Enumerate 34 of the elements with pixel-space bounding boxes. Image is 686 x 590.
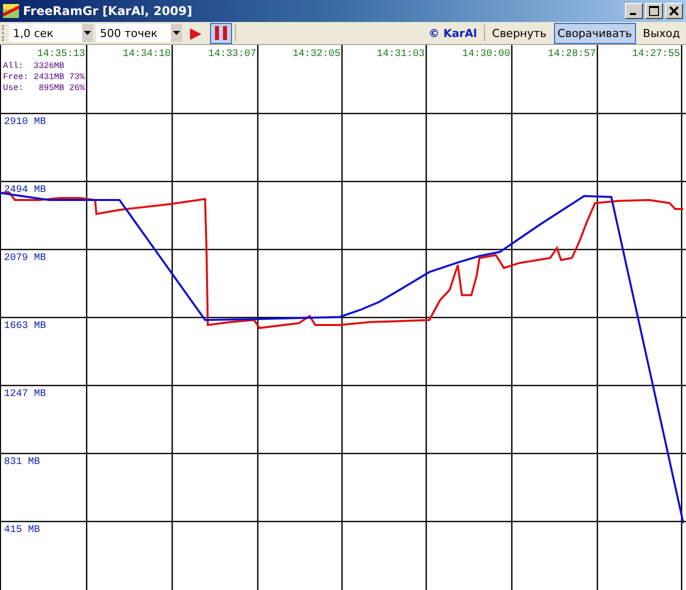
toolbar-button[interactable]: Сворачивать — [554, 22, 636, 44]
close-icon[interactable] — [665, 3, 683, 19]
memory-axis-label: 2079 MB — [4, 253, 46, 264]
maximize-icon[interactable] — [645, 3, 663, 19]
time-label: 14:33:07 — [208, 49, 256, 60]
memory-axis-label: 2494 MB — [4, 185, 46, 196]
time-label: 14:32:05 — [292, 49, 341, 60]
time-label: 14:34:10 — [122, 49, 171, 60]
memory-axis-label: 415 MB — [4, 525, 40, 536]
toolbar-button[interactable]: Свернуть — [488, 22, 551, 44]
pause-icon — [214, 26, 228, 40]
memory-info: Free: 2431MB 73% — [3, 72, 85, 82]
window-title: FreeRamGr [KarAl, 2009] — [23, 4, 192, 18]
time-label: 14:35:13 — [37, 49, 86, 60]
minimize-icon[interactable] — [625, 3, 643, 19]
caret-icon — [173, 31, 180, 35]
caret-icon — [84, 31, 91, 35]
credit-label: © KarAl — [428, 26, 478, 40]
memory-axis-label: 831 MB — [4, 457, 40, 468]
points-dropdown[interactable]: 500 точек — [96, 24, 182, 42]
memory-axis-label: 2910 MB — [4, 117, 46, 128]
time-label: 14:28:57 — [548, 49, 596, 60]
time-label: 14:27:55 — [632, 49, 680, 60]
memory-info: All: 3326MB — [3, 61, 64, 71]
time-label: 14:30:00 — [462, 49, 510, 60]
time-label: 14:31:03 — [376, 49, 425, 60]
memory-info: Use: 895MB 26% — [3, 83, 85, 93]
memory-axis-label: 1663 MB — [4, 321, 46, 332]
toolbar-button[interactable]: Выход — [638, 22, 684, 44]
memory-axis-label: 1247 MB — [4, 389, 46, 400]
pause-button[interactable] — [210, 22, 232, 44]
interval-dropdown[interactable]: 1,0 сек — [9, 24, 93, 42]
app-icon — [3, 4, 19, 18]
play-button[interactable]: ▶ — [185, 22, 207, 44]
